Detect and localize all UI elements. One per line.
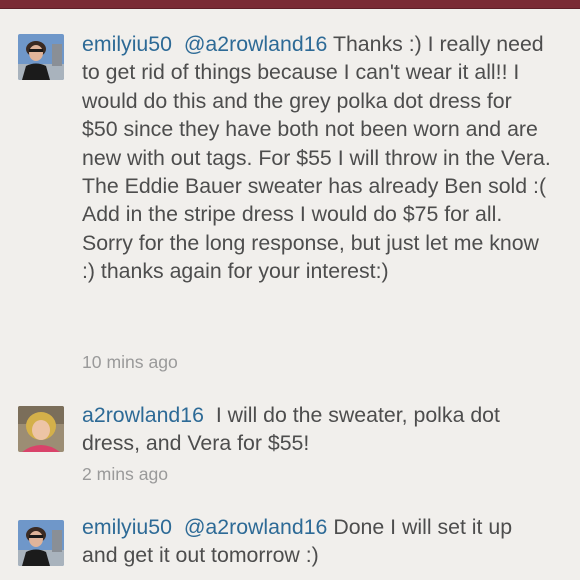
- mention-link[interactable]: @a2rowland16: [184, 515, 328, 539]
- comment-text: a2rowland16 I will do the sweater, polka…: [82, 401, 552, 458]
- username-link[interactable]: emilyiu50: [82, 32, 172, 56]
- comment-timestamp: 2 mins ago: [82, 464, 169, 484]
- avatar[interactable]: [18, 520, 64, 566]
- avatar[interactable]: [18, 406, 64, 452]
- mention-link[interactable]: @a2rowland16: [184, 32, 328, 56]
- avatar[interactable]: [18, 34, 64, 80]
- top-bar: [0, 0, 580, 9]
- comment-text: emilyiu50 @a2rowland16 Thanks :) I reall…: [82, 30, 552, 286]
- comment-text: emilyiu50 @a2rowland16 Done I will set i…: [82, 513, 552, 570]
- comment-timestamp: 10 mins ago: [82, 352, 178, 372]
- username-link[interactable]: emilyiu50: [82, 515, 172, 539]
- username-link[interactable]: a2rowland16: [82, 403, 204, 427]
- comment-message: Thanks :) I really need to get rid of th…: [82, 32, 551, 284]
